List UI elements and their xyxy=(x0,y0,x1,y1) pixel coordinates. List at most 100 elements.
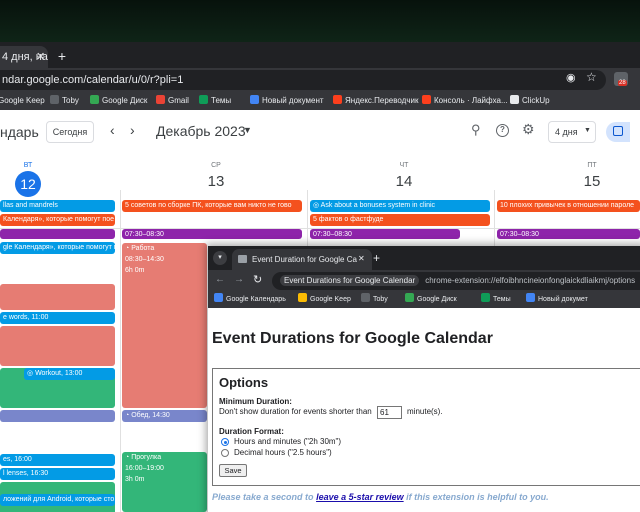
puzzle-icon xyxy=(238,255,247,263)
toolbar: ndar.google.com/calendar/u/0/r?pli=1 ◉ ☆… xyxy=(0,68,640,92)
chevron-right-icon[interactable]: › xyxy=(130,122,135,138)
event-block[interactable] xyxy=(0,410,115,422)
event-block[interactable]: 07:30–08:30 xyxy=(310,229,460,239)
event-block[interactable]: 07:30–08:30 xyxy=(497,229,640,239)
allday-event[interactable]: llas and mandrels xyxy=(0,200,115,212)
docs-icon xyxy=(526,293,535,302)
event-block[interactable] xyxy=(0,284,115,310)
day-number-today[interactable]: 12 xyxy=(15,171,41,197)
popup-toolbar: ← → ↻ Event Durations for Google Calenda… xyxy=(208,270,640,292)
popup-tab-strip: ▾ Event Duration for Google Ca ✕ + xyxy=(208,246,640,270)
radio-decimal-hours[interactable] xyxy=(221,449,229,457)
close-icon[interactable]: ✕ xyxy=(358,254,365,263)
forward-icon[interactable]: → xyxy=(234,274,244,285)
radio-hours-minutes[interactable] xyxy=(221,438,229,446)
bookmark-label: Google Диск xyxy=(417,296,457,303)
bookmark-item[interactable]: Темы xyxy=(199,92,231,110)
sheets-icon xyxy=(481,293,490,302)
allday-event[interactable]: 5 советов по сборке ПК, которые вам никт… xyxy=(122,200,302,212)
drive-icon xyxy=(405,293,414,302)
review-link[interactable]: leave a 5-star review xyxy=(316,492,404,502)
month-title[interactable]: Декабрь 2023 xyxy=(156,123,246,139)
drive-icon xyxy=(90,95,99,104)
event-block[interactable]: 07:30–08:30 xyxy=(122,229,302,239)
bookmark-item[interactable]: ClickUp xyxy=(510,92,550,110)
review-text-after: if this extension is helpful to you. xyxy=(403,492,549,502)
bookmark-label: Новый докумет xyxy=(538,296,588,303)
allday-event[interactable]: 5 фактов о фастфуде xyxy=(310,214,490,226)
eye-icon[interactable]: ◉ xyxy=(566,71,576,84)
reload-icon[interactable]: ↻ xyxy=(253,273,262,286)
calendar-header: ндарь Сегодня ‹ › Декабрь 2023 ▼ ⚲ ? ⚙ 4… xyxy=(0,110,640,154)
bookmark-item[interactable]: Google Диск xyxy=(405,292,457,308)
day-number[interactable]: 14 xyxy=(384,173,424,190)
day-number[interactable]: 13 xyxy=(196,173,236,190)
day-header-thu[interactable]: ЧТ 14 xyxy=(384,162,424,190)
chevron-left-icon[interactable]: ‹ xyxy=(110,122,115,138)
allday-event[interactable]: ◎ Ask about a bonuses system in clinic xyxy=(310,200,490,212)
event-block[interactable]: es, 16:00 xyxy=(0,454,115,466)
popup-address-bar[interactable]: Event Durations for Google Calendar chrom… xyxy=(272,272,640,290)
gear-icon[interactable]: ⚙ xyxy=(522,121,535,138)
console-icon xyxy=(422,95,431,104)
toby-icon xyxy=(361,293,370,302)
event-block-walk[interactable]: ◔ Прогулка 16:00–19:00 3h 0m xyxy=(122,452,207,512)
bookmark-label: Toby xyxy=(373,296,388,303)
popup-bookmarks-bar: Google Календарь Google Keep Toby Google Ди… xyxy=(208,292,640,308)
bookmark-item[interactable]: Google Календарь xyxy=(214,292,286,308)
bookmark-item[interactable]: Консоль · Лайфха... xyxy=(422,92,508,110)
address-bar[interactable]: ndar.google.com/calendar/u/0/r?pli=1 xyxy=(0,70,606,90)
chevron-down-icon[interactable]: ▾ xyxy=(213,251,227,265)
bookmark-label: Google Keep xyxy=(0,96,45,105)
day-header-tue[interactable]: ВТ 12 xyxy=(12,162,44,197)
event-block[interactable]: ◔ Обед, 14:30 xyxy=(122,410,207,422)
translate-icon xyxy=(333,95,342,104)
save-button[interactable]: Save xyxy=(219,464,247,477)
bookmark-item[interactable]: Google Keep xyxy=(298,292,351,308)
event-block[interactable] xyxy=(0,326,115,366)
event-time: 16:00–19:00 xyxy=(125,465,164,472)
bookmark-star-icon[interactable]: ☆ xyxy=(586,70,597,84)
event-duration: 3h 0m xyxy=(125,476,145,483)
bookmark-label: Gmail xyxy=(168,96,189,105)
event-time: 07:30–08:30 xyxy=(313,231,352,238)
event-block[interactable]: l lenses, 16:30 xyxy=(0,468,115,480)
new-tab-icon[interactable]: + xyxy=(373,251,380,265)
bookmark-label: Консоль · Лайфха... xyxy=(434,96,508,105)
event-title: Обед, 14:30 xyxy=(131,412,170,419)
event-block[interactable]: gle Календаря», которые помогут п xyxy=(0,242,115,254)
popup-tab[interactable]: Event Duration for Google Ca xyxy=(232,249,372,270)
bookmark-item[interactable]: Toby xyxy=(50,92,79,110)
help-icon[interactable]: ? xyxy=(496,124,509,137)
event-block[interactable]: ложений для Android, которые сто xyxy=(0,494,115,506)
bookmark-item[interactable]: Google Диск xyxy=(90,92,147,110)
min-duration-input[interactable]: 61 xyxy=(377,406,402,419)
event-block[interactable]: ◎ Workout, 13:00 xyxy=(24,368,115,380)
options-heading: Options xyxy=(219,375,269,390)
bookmark-item[interactable]: Новый докумет xyxy=(526,292,588,308)
extension-options-window: ▾ Event Duration for Google Ca ✕ + ← → ↻… xyxy=(208,246,640,512)
bookmark-item[interactable]: Gmail xyxy=(156,92,189,110)
today-button[interactable]: Сегодня xyxy=(46,121,94,143)
tab-close-icon[interactable]: ✕ xyxy=(36,46,50,68)
allday-event[interactable]: Календаря», которые помогут пое xyxy=(0,214,115,226)
event-block-work[interactable]: ◔ Работа 08:30–14:30 6h 0m xyxy=(122,243,207,408)
bookmark-item[interactable]: Яндекс.Переводчик xyxy=(333,92,418,110)
bookmark-item[interactable]: Новый документ xyxy=(250,92,324,110)
bookmark-item[interactable]: Google Keep xyxy=(0,92,45,110)
allday-event[interactable]: 10 плохих привычек в отношении пароле xyxy=(497,200,640,212)
bookmark-item[interactable]: Toby xyxy=(361,292,388,308)
event-block[interactable] xyxy=(0,229,115,239)
bookmark-item[interactable]: Темы xyxy=(481,292,511,308)
caret-down-icon[interactable]: ▼ xyxy=(243,125,252,135)
search-icon[interactable]: ⚲ xyxy=(471,122,481,138)
back-icon[interactable]: ← xyxy=(215,274,225,285)
extension-chip[interactable]: Event Durations for Google Calendar xyxy=(280,275,420,286)
day-header-fri[interactable]: ПТ 15 xyxy=(572,162,612,190)
calendar-icon xyxy=(214,293,223,302)
day-number[interactable]: 15 xyxy=(572,173,612,190)
format-label: Duration Format: xyxy=(219,427,284,436)
day-header-wed[interactable]: СР 13 xyxy=(196,162,236,190)
event-block[interactable]: e words, 11:00 xyxy=(0,312,115,324)
new-tab-icon[interactable]: + xyxy=(54,48,70,64)
